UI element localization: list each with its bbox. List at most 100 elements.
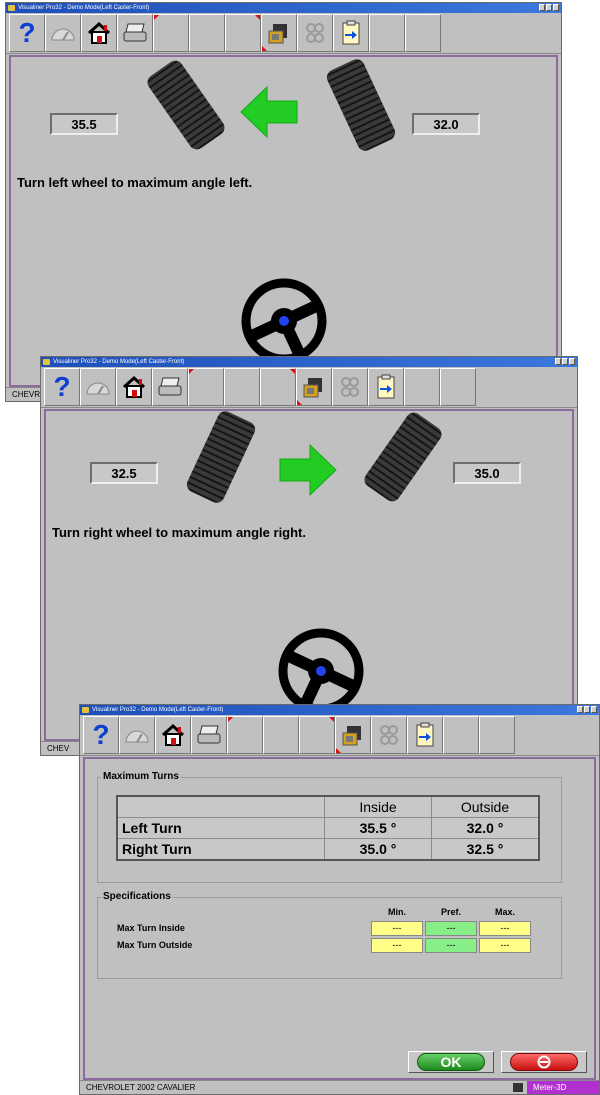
- help-icon: ?: [53, 371, 71, 402]
- toolbar: ?: [6, 13, 561, 54]
- close-button[interactable]: [553, 4, 559, 11]
- wheels-icon: [380, 725, 398, 745]
- spec-column-min: Min.: [388, 907, 406, 917]
- help-button[interactable]: ?: [9, 14, 45, 52]
- wheels-button[interactable]: [332, 368, 368, 406]
- toolbar-button-5[interactable]: [227, 716, 263, 754]
- gauge-icon: [51, 28, 75, 41]
- minimize-button[interactable]: [539, 4, 545, 11]
- toolbar-button-5[interactable]: [188, 368, 224, 406]
- home-button[interactable]: [116, 368, 152, 406]
- right-tire: [326, 59, 396, 151]
- right-wheel-reading: 32.0: [412, 113, 480, 135]
- toolbar-button-12[interactable]: [440, 368, 476, 406]
- toolbar-button-12[interactable]: [479, 716, 515, 754]
- close-button[interactable]: [569, 358, 575, 365]
- spec-max-value: ---: [479, 938, 531, 953]
- help-icon: ?: [92, 719, 110, 750]
- toolbar: ?: [80, 715, 599, 756]
- help-button[interactable]: ?: [83, 716, 119, 754]
- help-icon: ?: [18, 17, 36, 48]
- wheels-icon: [341, 377, 359, 397]
- toolbar-button-6[interactable]: [189, 14, 225, 52]
- maximum-turns-title: Maximum Turns: [101, 771, 181, 782]
- toolbar-button-5[interactable]: [153, 14, 189, 52]
- home-button[interactable]: [155, 716, 191, 754]
- wheels-button[interactable]: [297, 14, 333, 52]
- spec-pref-value: ---: [425, 938, 477, 953]
- spec-column-pref: Pref.: [440, 907, 461, 917]
- direction-arrow-left: [240, 85, 298, 139]
- toolbar-button-7[interactable]: [299, 716, 335, 754]
- outside-value: 32.5 °: [431, 838, 540, 861]
- sensor-button[interactable]: [261, 14, 297, 52]
- title-bar: Visualiner Pro32 - Demo Mode(Left Caster…: [80, 705, 599, 715]
- row-label: Left Turn: [116, 817, 325, 839]
- column-header-outside: Outside: [431, 795, 540, 818]
- status-bar: CHEVROLET 2002 CAVALIER Meter-3D: [80, 1080, 599, 1094]
- toolbar-button-12[interactable]: [405, 14, 441, 52]
- column-header-inside: Inside: [324, 795, 432, 818]
- left-wheel-reading: 35.5: [50, 113, 118, 135]
- gauge-icon: [86, 382, 110, 395]
- print-button[interactable]: [152, 368, 188, 406]
- maximize-button[interactable]: [562, 358, 568, 365]
- table-header-empty: [116, 795, 325, 818]
- wheels-button[interactable]: [371, 716, 407, 754]
- maximize-button[interactable]: [546, 4, 552, 11]
- clipboard-button[interactable]: [407, 716, 443, 754]
- maximize-button[interactable]: [584, 706, 590, 713]
- spec-row-label: Max Turn Inside: [117, 923, 185, 933]
- steering-wheel-icon: [278, 628, 364, 707]
- content-area: Maximum Turns Inside Outside Left Turn 3…: [83, 757, 596, 1080]
- gauge-button[interactable]: [119, 716, 155, 754]
- maximum-turns-table: Inside Outside Left Turn 35.5 ° 32.0 ° R…: [116, 795, 540, 861]
- toolbar-button-7[interactable]: [225, 14, 261, 52]
- row-label: Right Turn: [116, 838, 325, 861]
- clipboard-button[interactable]: [333, 14, 369, 52]
- minimize-button[interactable]: [555, 358, 561, 365]
- toolbar-button-11[interactable]: [369, 14, 405, 52]
- toolbar-button-11[interactable]: [404, 368, 440, 406]
- clipboard-button[interactable]: [368, 368, 404, 406]
- close-button[interactable]: [591, 706, 597, 713]
- window-title: Visualiner Pro32 - Demo Mode(Left Caster…: [53, 359, 185, 365]
- toolbar-button-6[interactable]: [224, 368, 260, 406]
- app-icon: [43, 359, 50, 365]
- sensor-button[interactable]: [296, 368, 332, 406]
- inside-value: 35.0 °: [324, 838, 432, 861]
- printer-icon: [158, 377, 182, 396]
- gauge-button[interactable]: [80, 368, 116, 406]
- table-header-row: Inside Outside: [116, 795, 540, 818]
- print-button[interactable]: [117, 14, 153, 52]
- direction-arrow-right: [279, 443, 337, 497]
- red-corner-marker: [336, 748, 341, 753]
- help-button[interactable]: ?: [44, 368, 80, 406]
- instruction-text: Turn right wheel to maximum angle right.: [52, 525, 307, 540]
- home-icon: [122, 375, 146, 398]
- cancel-button[interactable]: [501, 1051, 587, 1073]
- clipboard-icon: [377, 374, 395, 399]
- toolbar-button-7[interactable]: [260, 368, 296, 406]
- toolbar-button-6[interactable]: [263, 716, 299, 754]
- title-bar: Visualiner Pro32 - Demo Mode(Left Caster…: [41, 357, 577, 367]
- instruction-text: Turn left wheel to maximum angle left.: [17, 175, 253, 190]
- home-button[interactable]: [81, 14, 117, 52]
- left-wheel-reading: 32.5: [90, 462, 158, 484]
- sensor-icon: [303, 378, 322, 398]
- sensor-button[interactable]: [335, 716, 371, 754]
- steering-wheel-icon: [241, 278, 327, 357]
- toolbar-button-11[interactable]: [443, 716, 479, 754]
- gauge-button[interactable]: [45, 14, 81, 52]
- spec-max-value: ---: [479, 921, 531, 936]
- spec-row-label: Max Turn Outside: [117, 940, 193, 950]
- spec-pref-value: ---: [425, 921, 477, 936]
- outside-value: 32.0 °: [431, 817, 540, 839]
- red-corner-marker: [297, 400, 302, 405]
- right-wheel-reading: 35.0: [453, 462, 521, 484]
- clipboard-icon: [416, 722, 434, 747]
- table-row: Right Turn 35.0 ° 32.5 °: [116, 838, 540, 861]
- minimize-button[interactable]: [577, 706, 583, 713]
- ok-button[interactable]: OK: [408, 1051, 494, 1073]
- print-button[interactable]: [191, 716, 227, 754]
